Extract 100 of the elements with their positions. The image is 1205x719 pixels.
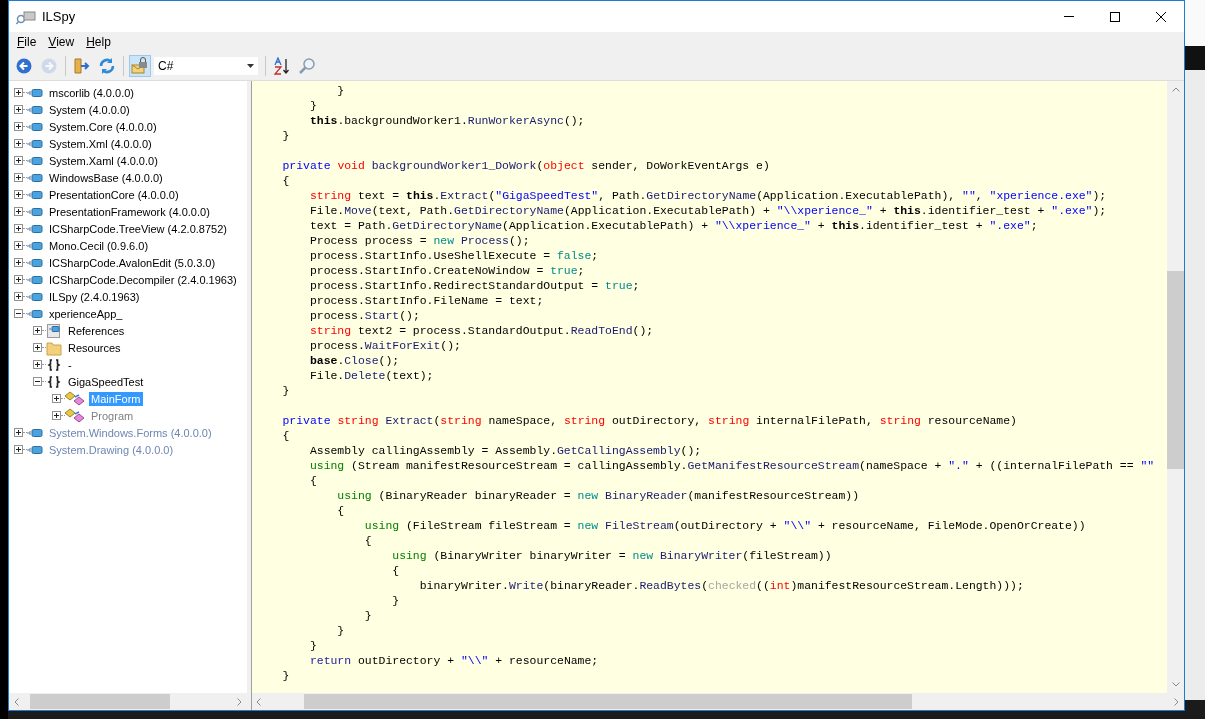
code-line: binaryWriter.Write(binaryReader.ReadBytes(checked((int)manifestResourceStream.Length))); <box>418 578 1025 593</box>
tree-item[interactable]: System.Xaml (4.0.0.0) <box>47 153 160 168</box>
toggle-button[interactable] <box>129 55 151 77</box>
tree-item[interactable]: ICSharpCode.Decompiler (2.4.0.1963) <box>47 272 239 287</box>
code-line: process.WaitForExit(); <box>308 338 462 353</box>
tree-item[interactable]: ICSharpCode.TreeView (4.2.0.8752) <box>47 221 229 236</box>
assembly-icon <box>27 188 43 201</box>
sort-icon <box>273 57 291 75</box>
tree-item[interactable]: System (4.0.0.0) <box>47 102 132 117</box>
tree-item[interactable]: References <box>66 323 127 338</box>
assembly-icon <box>27 103 43 116</box>
minimize-icon <box>1064 16 1074 17</box>
code-line: } <box>281 383 291 398</box>
code-line: Process process = new Process(); <box>308 233 531 248</box>
tree-item[interactable]: Mono.Cecil (0.9.6.0) <box>47 238 151 253</box>
tree-item[interactable]: mscorlib (4.0.0.0) <box>47 85 136 100</box>
horizontal-scrollbar[interactable] <box>9 693 247 710</box>
code-line: using (FileStream fileStream = new FileStream(outDirectory + "\\" + resourceName, FileMode.OpenOrCreate)) <box>363 518 1087 533</box>
horizontal-scrollbar[interactable] <box>252 693 1184 710</box>
expander-icon[interactable] <box>14 105 23 114</box>
expander-icon[interactable] <box>14 88 23 97</box>
dropdown-arrow-icon <box>247 64 254 68</box>
code-line: } <box>363 608 373 623</box>
code-line: Assembly callingAssembly = Assembly.GetCallingAssembly(); <box>308 443 703 458</box>
folder-icon <box>46 339 62 356</box>
assembly-icon <box>27 239 43 252</box>
assembly-icon <box>27 307 43 320</box>
expander-icon[interactable] <box>14 309 23 318</box>
namespace-icon <box>46 374 62 389</box>
maximize-icon <box>1110 11 1120 22</box>
tree-item[interactable]: System.Drawing (4.0.0.0) <box>47 442 176 457</box>
expander-icon[interactable] <box>14 445 23 454</box>
assembly-icon <box>27 205 43 218</box>
expander-icon[interactable] <box>33 326 42 335</box>
expander-icon[interactable] <box>52 411 61 420</box>
tree-item[interactable]: ILSpy (2.4.0.1963) <box>47 289 142 304</box>
assembly-icon <box>27 290 43 303</box>
tree-item[interactable]: Program <box>89 408 136 423</box>
expander-icon[interactable] <box>14 224 23 233</box>
tree-item[interactable]: PresentationCore (4.0.0.0) <box>47 187 181 202</box>
code-line: process.StartInfo.FileName = text; <box>308 293 545 308</box>
expander-icon[interactable] <box>14 241 23 250</box>
tree-item[interactable]: GigaSpeedTest <box>66 374 146 389</box>
code-line: process.StartInfo.UseShellExecute = false; <box>308 248 600 263</box>
code-line: text = Path.GetDirectoryName(Application.ExecutablePath) + "\\xperience_" + this.identifier_test + ".exe"; <box>308 218 1039 233</box>
code-line: } <box>336 623 346 638</box>
assembly-icon <box>27 256 43 269</box>
assembly-icon <box>27 120 43 133</box>
search-icon <box>298 57 316 75</box>
expander-icon[interactable] <box>33 360 42 369</box>
back-arrow-icon <box>16 58 32 74</box>
code-line: } <box>308 98 318 113</box>
code-line: } <box>281 668 291 683</box>
expander-icon[interactable] <box>14 156 23 165</box>
code-line: process.StartInfo.RedirectStandardOutput = true; <box>308 278 641 293</box>
tree-item[interactable]: System.Windows.Forms (4.0.0.0) <box>47 425 214 440</box>
window-title: ILSpy <box>42 9 76 24</box>
tree-item[interactable]: xperienceApp_ <box>47 306 125 321</box>
expander-icon[interactable] <box>14 292 23 301</box>
expander-icon[interactable] <box>33 343 42 352</box>
code-line: } <box>281 128 291 143</box>
namespace-icon <box>46 357 62 372</box>
code-line: using (Stream manifestResourceStream = callingAssembly.GetManifestResourceStream(nameSpace + "." + ((internalFilePath == "" <box>308 458 1156 473</box>
tree-item[interactable]: Resources <box>66 340 123 355</box>
tree-item[interactable]: ICSharpCode.AvalonEdit (5.0.3.0) <box>47 255 218 270</box>
assembly-icon <box>27 86 43 99</box>
code-line: { <box>363 533 373 548</box>
code-line: { <box>391 563 401 578</box>
code-editor[interactable] <box>252 81 1167 693</box>
tree-item[interactable]: System.Xml (4.0.0.0) <box>47 136 154 151</box>
assembly-icon <box>27 171 43 184</box>
menu-item[interactable]: File <box>11 34 43 50</box>
class-icon <box>65 407 85 424</box>
assembly-icon <box>27 426 43 439</box>
code-line: using (BinaryReader binaryReader = new BinaryReader(manifestResourceStream)) <box>336 488 861 503</box>
expander-icon[interactable] <box>14 122 23 131</box>
lock-envelope-icon <box>131 57 149 75</box>
tree-item[interactable]: - <box>66 357 74 372</box>
expander-icon[interactable] <box>52 394 61 403</box>
class-icon <box>65 390 85 407</box>
expander-icon[interactable] <box>33 377 42 386</box>
vertical-scrollbar[interactable] <box>1167 81 1184 693</box>
tree-item[interactable]: System.Core (4.0.0.0) <box>47 119 159 134</box>
expander-icon[interactable] <box>14 428 23 437</box>
assembly-icon <box>27 137 43 150</box>
expander-icon[interactable] <box>14 258 23 267</box>
expander-icon[interactable] <box>14 139 23 148</box>
code-line: } <box>308 638 318 653</box>
tree-item[interactable]: PresentationFramework (4.0.0.0) <box>47 204 212 219</box>
menu-item[interactable]: Help <box>80 34 117 50</box>
code-line: string text2 = process.StandardOutput.ReadToEnd(); <box>308 323 655 338</box>
tree-item[interactable]: WindowsBase (4.0.0.0) <box>47 170 165 185</box>
expander-icon[interactable] <box>14 173 23 182</box>
code-line: File.Move(text, Path.GetDirectoryName(Application.ExecutablePath) + "\\xperience_" + this.identifier_test + ".exe"); <box>308 203 1108 218</box>
language-dropdown[interactable]: C# <box>154 57 258 75</box>
expander-icon[interactable] <box>14 207 23 216</box>
expander-icon[interactable] <box>14 275 23 284</box>
code-line: this.backgroundWorker1.RunWorkerAsync(); <box>308 113 586 128</box>
expander-icon[interactable] <box>14 190 23 199</box>
menu-item[interactable]: View <box>42 34 81 50</box>
